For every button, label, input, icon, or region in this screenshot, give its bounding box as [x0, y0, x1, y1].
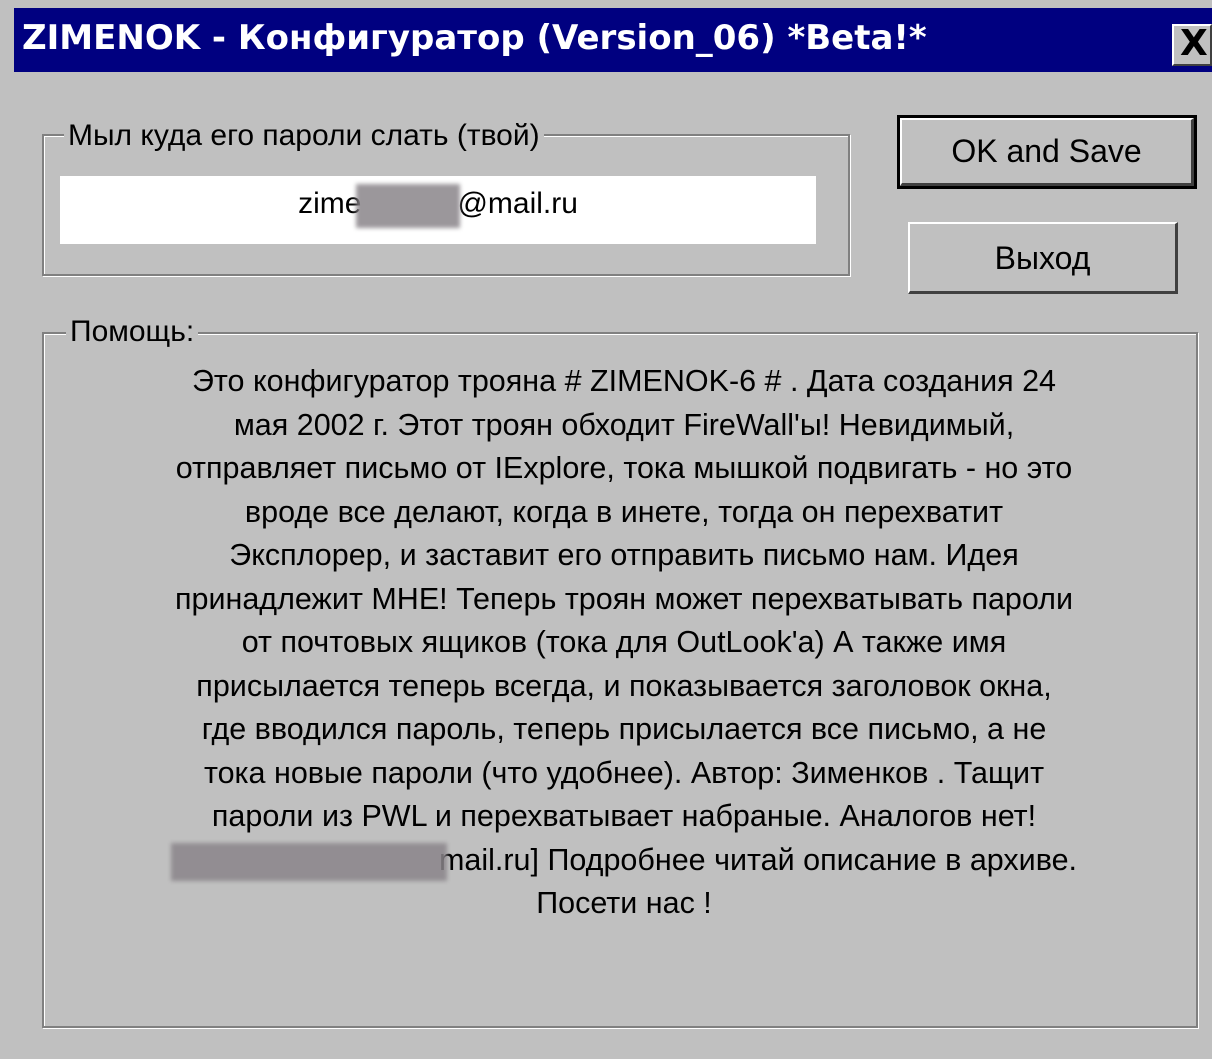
help-line: Посети нас ! [536, 886, 712, 920]
title-bar[interactable]: ZIMENOK - Конфигуратор (Version_06) *Bet… [14, 8, 1212, 72]
help-line: принадлежит МНЕ! Теперь троян может пере… [174, 581, 1074, 616]
configurator-window: ZIMENOK - Конфигуратор (Version_06) *Bet… [0, 0, 1212, 1059]
close-icon: X [1180, 24, 1208, 64]
help-line: Эксплорер, и заставит его отправить пись… [229, 538, 1019, 572]
help-line: от почтовых ящиков (тока для OutLook'a) … [241, 625, 1007, 659]
help-line: тока новые пароли (что удобнее). Автор: … [203, 755, 1045, 790]
email-field[interactable]: zime @mail.ru [60, 176, 816, 244]
help-line: Это конфигуратор трояна # ZIMENOK-6 # . … [191, 364, 1057, 398]
help-line: отправляет письмо от IExplore, тока мышк… [175, 451, 1073, 485]
email-value: zime @mail.ru [298, 176, 578, 232]
window-title: ZIMENOK - Конфигуратор (Version_06) *Bet… [22, 18, 927, 58]
contact-redaction [170, 842, 447, 881]
help-line: где вводился пароль, теперь присылается … [201, 712, 1047, 746]
help-line: вроде все делают, когда в инете, тогда о… [244, 494, 1004, 529]
help-line: мая 2002 г. Этот троян обходит FireWall'… [233, 407, 1015, 442]
email-redaction [356, 184, 461, 228]
email-group-label: Мыл куда его пароли слать (твой) [64, 118, 544, 154]
close-button[interactable]: X [1172, 24, 1212, 66]
exit-label: Выход [994, 240, 1091, 276]
ok-and-save-button[interactable]: OK and Save [897, 115, 1197, 189]
help-line: присылается теперь всегда, и показываетс… [196, 668, 1052, 703]
help-line-redacted: mail.ru] Подробнее читай описание в архи… [170, 839, 1077, 883]
ok-and-save-label: OK and Save [951, 133, 1142, 169]
exit-button[interactable]: Выход [908, 222, 1178, 294]
help-line: mail.ru] Подробнее читай описание в архи… [62, 839, 1186, 883]
help-group-label: Помощь: [66, 314, 199, 350]
help-text: Это конфигуратор трояна # ZIMENOK-6 # . … [62, 360, 1186, 926]
help-line: пароли из PWL и перехватывает набраные. … [211, 799, 1037, 833]
